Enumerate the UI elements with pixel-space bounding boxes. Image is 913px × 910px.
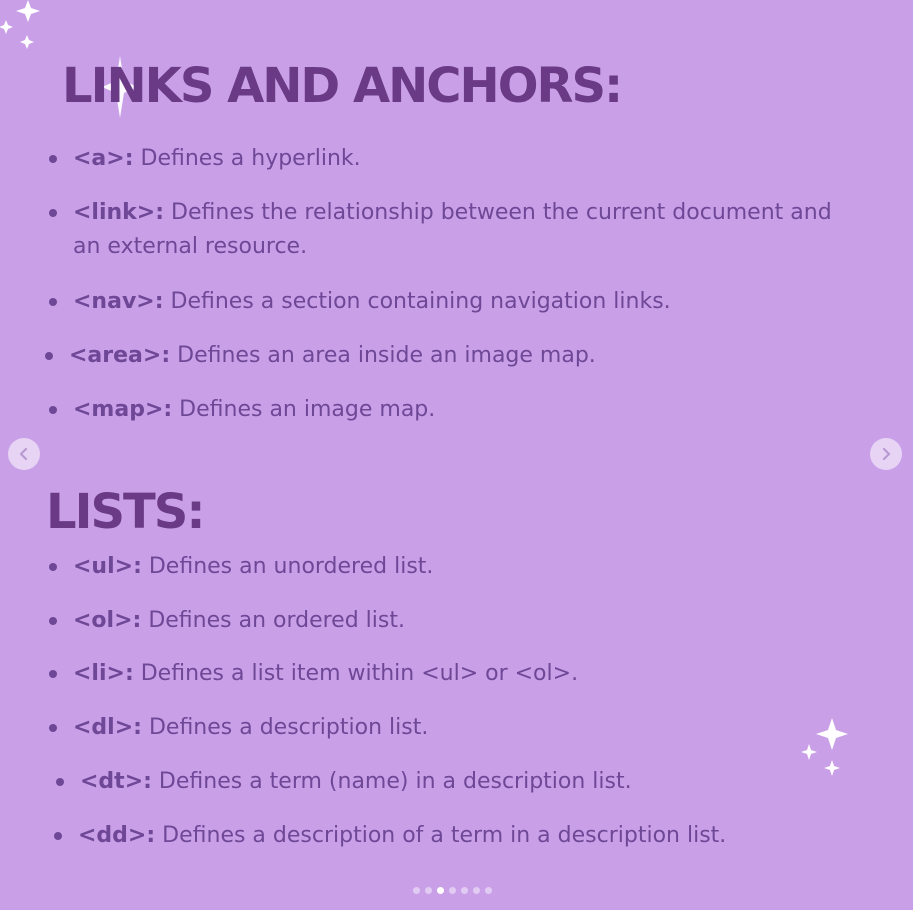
tag-name: <ol>: <box>73 608 142 633</box>
list-item: <li>: Defines a list item within <ul> or… <box>49 657 863 691</box>
carousel-dot[interactable] <box>425 887 432 894</box>
bullet <box>54 832 62 840</box>
bullet <box>49 724 57 732</box>
tag-name: <dt>: <box>80 769 152 794</box>
tag-name: <map>: <box>73 397 173 422</box>
tag-description: Defines a description of a term in a des… <box>155 823 727 848</box>
bullet <box>49 209 57 217</box>
list-item: <area>: Defines an area inside an image … <box>45 339 859 373</box>
bullet <box>49 298 57 306</box>
tag-description: Defines a section containing navigation … <box>163 289 671 314</box>
tag-description: Defines a term (name) in a description l… <box>151 769 632 794</box>
previous-slide-button[interactable] <box>8 438 40 470</box>
list-item: <nav>: Defines a section containing navi… <box>49 285 863 319</box>
tag-name: <dd>: <box>78 823 156 848</box>
tag-name: <ul>: <box>73 554 142 579</box>
chevron-left-icon <box>19 447 28 461</box>
list-item: <a>: Defines a hyperlink. <box>49 142 863 176</box>
bullet <box>49 563 57 571</box>
bullet <box>56 778 64 786</box>
tag-description: Defines a list item within <ul> or <ol>. <box>133 661 579 686</box>
list-item: <map>: Defines an image map. <box>49 393 863 427</box>
tag-description: Defines the relationship between the cur… <box>73 200 832 259</box>
carousel-dot[interactable] <box>485 887 492 894</box>
bullet <box>49 155 57 163</box>
tag-name: <a>: <box>73 146 134 171</box>
bullet <box>49 406 57 414</box>
list-item: <dl>: Defines a description list. <box>49 711 863 745</box>
chevron-right-icon <box>882 447 891 461</box>
tag-description: Defines a hyperlink. <box>133 146 361 171</box>
carousel-dot[interactable] <box>461 887 468 894</box>
tag-name: <area>: <box>69 343 171 368</box>
list-item: <link>: Defines the relationship between… <box>49 196 863 264</box>
carousel-dot-active[interactable] <box>437 887 444 894</box>
lists-section-heading: LISTS: <box>46 484 206 540</box>
tag-name: <dl>: <box>73 715 142 740</box>
tag-description: Defines an ordered list. <box>141 608 405 633</box>
tag-description: Defines an unordered list. <box>141 554 434 579</box>
carousel-dot[interactable] <box>473 887 480 894</box>
tag-description: Defines a description list. <box>141 715 429 740</box>
bullet <box>49 670 57 678</box>
bullet <box>45 352 53 360</box>
tag-description: Defines an image map. <box>172 397 436 422</box>
carousel-pagination <box>413 887 492 894</box>
tag-name: <nav>: <box>73 289 164 314</box>
list-item: <ol>: Defines an ordered list. <box>49 604 863 638</box>
carousel-dot[interactable] <box>449 887 456 894</box>
sparkle-decoration-top-left <box>0 0 40 49</box>
tag-name: <li>: <box>73 661 134 686</box>
next-slide-button[interactable] <box>870 438 902 470</box>
list-item: <dt>: Defines a term (name) in a descrip… <box>56 765 870 799</box>
list-item: <dd>: Defines a description of a term in… <box>54 819 868 853</box>
carousel-dot[interactable] <box>413 887 420 894</box>
bullet <box>49 617 57 625</box>
tag-name: <link>: <box>73 200 165 225</box>
list-item: <ul>: Defines an unordered list. <box>49 550 863 584</box>
tag-description: Defines an area inside an image map. <box>170 343 596 368</box>
links-section-heading: LINKS AND ANCHORS: <box>62 58 623 114</box>
